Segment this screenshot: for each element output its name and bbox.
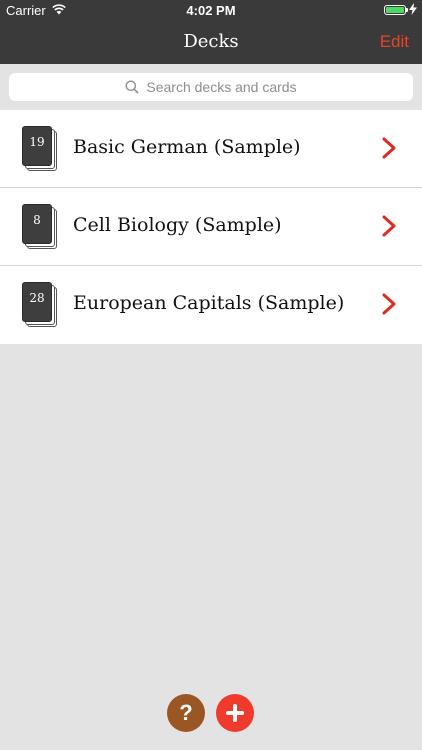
chevron-right-icon — [382, 137, 396, 159]
search-icon — [125, 80, 139, 94]
deck-name: Cell Biology (Sample) — [73, 214, 282, 236]
clock: 4:02 PM — [186, 3, 236, 18]
chevron-right-icon — [382, 293, 396, 315]
deck-row[interactable]: 8 Cell Biology (Sample) — [0, 188, 422, 266]
chevron-right-icon — [382, 215, 396, 237]
search-placeholder: Search decks and cards — [146, 79, 297, 95]
deck-card-count: 28 — [22, 282, 52, 322]
deck-stack-icon: 19 — [22, 126, 58, 172]
deck-row[interactable]: 19 Basic German (Sample) — [0, 110, 422, 188]
deck-card-count: 8 — [22, 204, 52, 244]
battery-icon — [384, 5, 408, 15]
deck-stack-icon: 28 — [22, 282, 58, 328]
edit-button[interactable]: Edit — [380, 32, 409, 52]
deck-row[interactable]: 28 European Capitals (Sample) — [0, 266, 422, 344]
status-bar: Carrier 4:02 PM — [0, 0, 422, 20]
deck-list: 19 Basic German (Sample) 8 Cell Biology … — [0, 110, 422, 344]
deck-card-count: 19 — [22, 126, 52, 166]
plus-icon — [226, 704, 244, 722]
deck-name: Basic German (Sample) — [73, 136, 301, 158]
help-button[interactable]: ? — [167, 694, 205, 732]
search-bar: Search decks and cards — [0, 64, 422, 110]
page-title: Decks — [183, 31, 239, 52]
navigation-bar: Carrier 4:02 PM Decks Edit — [0, 0, 422, 64]
add-deck-button[interactable] — [216, 694, 254, 732]
charging-icon — [409, 3, 417, 15]
deck-name: European Capitals (Sample) — [73, 292, 345, 314]
search-input[interactable]: Search decks and cards — [9, 73, 413, 101]
deck-stack-icon: 8 — [22, 204, 58, 250]
